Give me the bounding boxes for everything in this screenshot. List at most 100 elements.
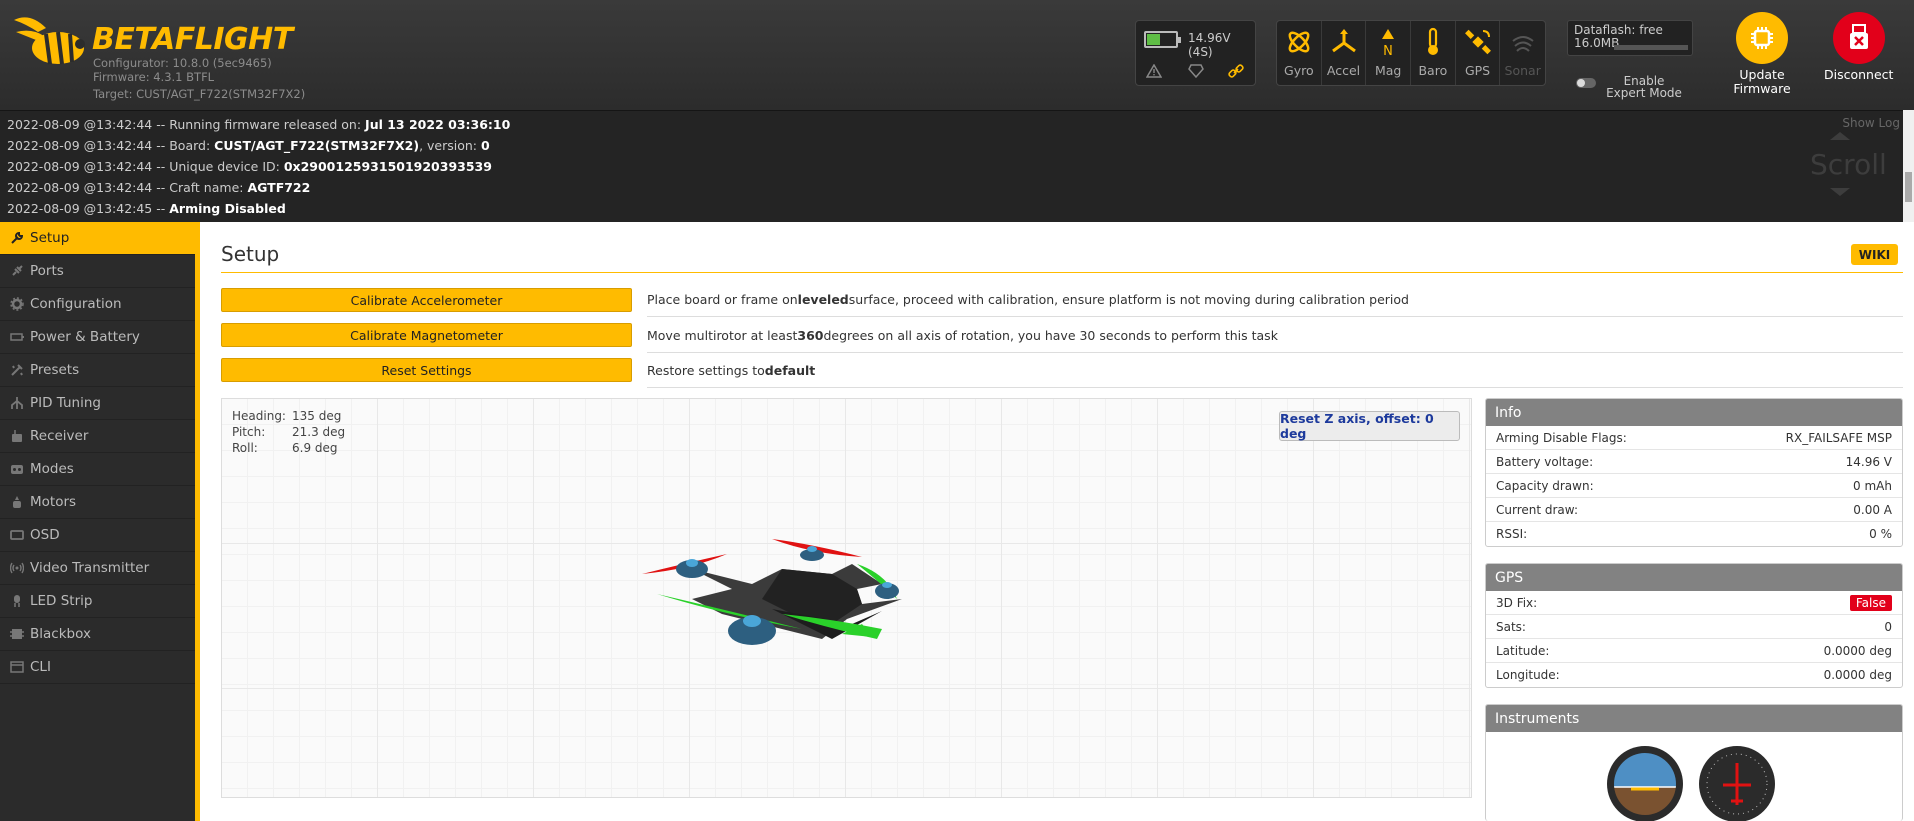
roll-label: Roll: [232,441,258,455]
betaflight-bee-logo [12,14,92,74]
battery-voltage: 14.96V (4S) [1188,31,1231,59]
reset-settings-description: Restore settings to default [647,353,1903,388]
info-panel-title: Info [1486,399,1902,426]
heading-value: 135 deg [292,409,342,423]
gps-panel: GPS 3D Fix: False Sats: 0 Latitude: 0.0000 … [1485,563,1903,688]
plug-icon [12,265,23,276]
disconnect-button[interactable]: Disconnect [1824,12,1893,82]
presets-icon [11,364,23,376]
satellite-icon [1464,29,1491,55]
quadcopter-model [642,539,902,645]
receiver-icon [12,430,22,442]
gyro-icon [1288,31,1310,53]
motor-icon [13,496,21,508]
led-icon [14,595,20,607]
setup-tab-content: Setup WIKI Calibrate Accelerometer Place… [205,222,1914,821]
barometer-icon [1427,27,1438,55]
sensor-baro: Baro [1411,21,1456,85]
battery-icon [10,333,24,341]
instruments-panel-title: Instruments [1486,705,1902,732]
link-icon [1226,63,1246,79]
dataflash-usage-bar [1614,45,1688,50]
scroll-down-icon[interactable] [1830,188,1850,196]
info-panel: Info Arming Disable Flags: RX_FAILSAFE MS… [1485,398,1903,547]
log-line: 2022-08-09 @13:42:44 -- Board: CUST/AGT_… [7,138,490,153]
wrench-icon [11,231,24,244]
sidebar-item-cli[interactable]: CLI [0,651,195,684]
reset-settings-button[interactable]: Reset Settings [221,358,632,382]
log-line: 2022-08-09 @13:42:44 -- Running firmware… [7,117,511,132]
heading-indicator-gauge [1699,746,1775,821]
gps-row-sats: Sats: 0 [1486,615,1902,639]
show-log-link[interactable]: Show Log [1842,116,1900,130]
info-row-arming-flags: Arming Disable Flags: RX_FAILSAFE MSP [1486,426,1902,450]
sidebar-item-pid-tuning[interactable]: PID Tuning [0,387,195,420]
calibrate-magnetometer-button[interactable]: Calibrate Magnetometer [221,323,632,347]
expert-mode-label: Enable Expert Mode [1606,74,1682,100]
message-log: 2022-08-09 @13:42:44 -- Running firmware… [0,110,1914,222]
info-row-rssi: RSSI: 0 % [1496,527,1892,541]
sidebar-item-video-transmitter[interactable]: Video Transmitter [0,552,195,585]
log-line: 2022-08-09 @13:42:44 -- Craft name: AGTF… [7,180,311,195]
sensor-accel: Accel [1322,21,1367,85]
title-divider [221,272,1903,273]
gps-row-longitude: Longitude: 0.0000 deg [1496,668,1892,682]
scroll-up-icon[interactable] [1830,132,1850,140]
sidebar-item-led-strip[interactable]: LED Strip [0,585,195,618]
sidebar-item-setup[interactable]: Setup [0,222,195,255]
page-title: Setup [221,242,280,266]
sidebar-item-osd[interactable]: OSD [0,519,195,552]
pitch-value: 21.3 deg [292,425,346,439]
osd-icon [10,530,24,540]
heading-label: Heading: [232,409,286,423]
instruments-panel: Instruments [1485,704,1903,821]
sidebar-item-power-battery[interactable]: Power & Battery [0,321,195,354]
info-row-current-draw: Current draw: 0.00 A [1486,498,1902,522]
calibrate-magnetometer-description: Move multirotor at least 360 degrees on … [647,318,1903,353]
sidebar-nav: Setup Ports Configuration Power & Batter… [0,222,200,821]
update-firmware-button[interactable]: Update Firmware [1722,12,1802,96]
gear-icon [10,297,24,311]
3d-model-view[interactable]: Heading: 135 deg Pitch: 21.3 deg Roll: 6… [221,398,1472,798]
sidebar-item-configuration[interactable]: Configuration [0,288,195,321]
pitch-label: Pitch: [232,425,266,439]
wiki-button[interactable]: WIKI [1851,244,1898,265]
gps-panel-title: GPS [1486,564,1902,591]
firmware-version: Firmware: 4.3.1 BTFL [93,70,215,84]
battery-icon [1144,31,1181,48]
log-scrollbar[interactable] [1903,110,1914,222]
log-line: 2022-08-09 @13:42:45 -- Arming Disabled [7,201,286,216]
modes-icon [11,465,23,474]
sidebar-item-modes[interactable]: Modes [0,453,195,486]
gps-row-latitude: Latitude: 0.0000 deg [1486,639,1902,663]
battery-status: 14.96V (4S) [1135,20,1256,86]
sonar-icon [1512,36,1534,52]
sidebar-item-ports[interactable]: Ports [0,255,195,288]
antenna-icon [10,562,24,574]
sidebar-item-motors[interactable]: Motors [0,486,195,519]
gps-fix-badge: False [1849,594,1892,611]
armed-status-icon [1186,63,1206,79]
calibrate-accelerometer-description: Place board or frame on leveled surface,… [647,282,1903,317]
sensor-gps: GPS [1456,21,1501,85]
sensor-gyro: Gyro [1277,21,1322,85]
scroll-toggle[interactable]: Scroll [1810,148,1887,181]
blackbox-icon [10,629,24,639]
info-row-battery-voltage: Battery voltage: 14.96 V [1486,450,1902,474]
expert-mode-toggle[interactable] [1576,78,1596,88]
log-line: 2022-08-09 @13:42:44 -- Unique device ID… [7,159,492,174]
top-bar: BETAFLIGHT Configurator: 10.8.0 (5ec9465… [0,0,1914,110]
roll-value: 6.9 deg [292,441,338,455]
sidebar-item-blackbox[interactable]: Blackbox [0,618,195,651]
gps-row-3d-fix: 3D Fix: False [1486,591,1902,615]
sidebar-item-receiver[interactable]: Receiver [0,420,195,453]
app-name: BETAFLIGHT [92,22,293,57]
terminal-icon [10,661,24,673]
calibrate-accelerometer-button[interactable]: Calibrate Accelerometer [221,288,632,312]
usb-disconnect-icon [1849,24,1868,49]
sensor-status-bar: Gyro Accel N Mag Baro GPS Sonar [1276,20,1546,86]
sidebar-item-presets[interactable]: Presets [0,354,195,387]
reset-z-axis-button[interactable]: Reset Z axis, offset: 0 deg [1279,411,1460,441]
configurator-version: Configurator: 10.8.0 (5ec9465) [93,56,272,70]
dataflash-status: Dataflash: free 16.0MB [1567,20,1693,56]
